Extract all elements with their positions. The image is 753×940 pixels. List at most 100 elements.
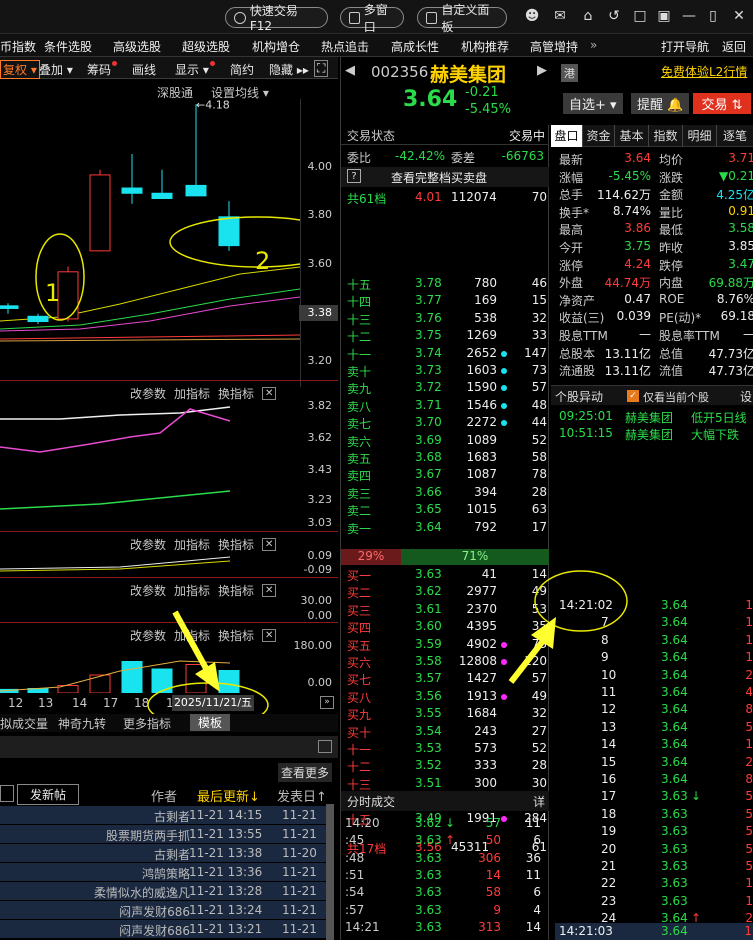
col-author[interactable]: 作者 — [151, 786, 177, 805]
alert-row[interactable]: 09:25:01 赫美集团 低开5日线 — [555, 409, 753, 426]
screen-icon[interactable]: ▣ — [656, 8, 672, 24]
tab-template[interactable]: 模板 — [190, 714, 231, 731]
rights-button[interactable]: 复权 ▾ — [0, 60, 40, 79]
tab-tick[interactable]: 逐笔 — [717, 125, 753, 147]
mail-icon[interactable]: ✉ — [552, 8, 568, 24]
open-nav-button[interactable]: 打开导航 — [661, 38, 709, 55]
menu-item[interactable]: 机构增仓 — [252, 38, 300, 55]
hide-button[interactable]: 隐藏 ▸▸ — [266, 60, 312, 79]
tick-arrow-icon: ↓ — [445, 816, 456, 830]
back-button[interactable]: 返回 — [722, 38, 746, 55]
forum-row[interactable]: 鸿鹄策略 11-21 13:36 11-21 — [0, 863, 330, 881]
forum-row[interactable]: 古剩者 11-21 13:38 11-20 — [0, 844, 330, 862]
watchlist-button[interactable]: 自选+ ▾ — [563, 93, 623, 114]
level-volume: 2272 — [466, 415, 497, 430]
forum-settings-icon[interactable] — [318, 740, 332, 753]
sell-level-row[interactable]: 卖四 3.67 1087 78 — [347, 466, 547, 483]
buy-level-row[interactable]: 十一 3.53 573 52 — [347, 740, 547, 757]
user-icon[interactable]: ☻ — [524, 8, 540, 24]
forum-scrollbar[interactable] — [326, 804, 334, 940]
sell-level-row[interactable]: 卖一 3.64 792 17 — [347, 519, 547, 536]
menu-item[interactable]: 条件选股 — [44, 38, 92, 55]
forum-more-button[interactable]: 查看更多 — [278, 763, 333, 782]
overlay-button[interactable]: 叠加 ▾ — [36, 60, 76, 79]
sell-level-row[interactable]: 十二 3.75 1269 33 — [347, 327, 547, 344]
sell-level-row[interactable]: 卖八 3.71 1546 48 — [347, 397, 547, 414]
edit-params-button[interactable]: 改参数 — [130, 582, 166, 599]
col-post-date[interactable]: 发表日↑ — [277, 786, 327, 805]
display-button[interactable]: 显示 ▾ — [172, 60, 218, 79]
tab-more-indicators[interactable]: 更多指标 — [123, 715, 171, 732]
tab-capital[interactable]: 资金 — [583, 125, 615, 147]
sell-level-row[interactable]: 十三 3.76 538 32 — [347, 310, 547, 327]
sell-level-row[interactable]: 十五 3.78 780 46 — [347, 275, 547, 292]
indicator-2-chart — [0, 556, 231, 572]
sell-level-row[interactable]: 卖二 3.65 1015 63 — [347, 501, 547, 518]
sell-level-row[interactable]: 卖三 3.66 394 28 — [347, 484, 547, 501]
custom-panel-button[interactable]: 自定义面板 — [417, 3, 507, 34]
menu-item[interactable]: 高管增持 — [530, 38, 578, 55]
forum-tab-icon[interactable] — [0, 785, 14, 802]
minimize-icon[interactable]: — — [681, 8, 697, 24]
skin-icon[interactable]: □ — [632, 8, 648, 24]
buy-level-row[interactable]: 买九 3.55 1684 32 — [347, 705, 547, 722]
forum-row[interactable]: 闷声发财686 11-21 13:24 11-21 — [0, 901, 330, 919]
quick-trade-button[interactable]: 快速交易F12 — [225, 4, 328, 33]
menu-item[interactable]: 热点追击 — [321, 38, 369, 55]
new-post-button[interactable]: 发新帖 — [17, 784, 80, 805]
chips-button[interactable]: 筹码 — [84, 60, 120, 79]
tab-volume[interactable]: 拟成交量 — [0, 715, 48, 732]
buy-level-row[interactable]: 十二 3.52 333 28 — [347, 757, 547, 774]
buy-level-row[interactable]: 十三 3.51 300 30 — [347, 775, 547, 792]
sell-level-row[interactable]: 卖九 3.72 1590 57 — [347, 379, 547, 396]
menu-more-icon[interactable]: » — [590, 38, 597, 52]
kline-chart[interactable]: ←4.18 — [0, 99, 300, 387]
forum-row[interactable]: 闷声发财686 11-21 13:21 11-21 — [0, 920, 330, 938]
full-book-button[interactable]: ? 查看完整档买卖盘 — [341, 167, 549, 187]
forum-row[interactable]: 古剩者 11-21 14:15 11-21 — [0, 806, 330, 824]
col-last-update[interactable]: 最后更新↓ — [197, 786, 260, 805]
alert-row[interactable]: 10:51:15 赫美集团 大幅下跌 — [555, 426, 753, 443]
sell-level-row[interactable]: 卖十 3.73 1603 73 — [347, 362, 547, 379]
tab-index[interactable]: 指数 — [649, 125, 683, 147]
menu-item[interactable]: 超级选股 — [182, 38, 230, 55]
sell-level-row[interactable]: 卖五 3.68 1683 58 — [347, 449, 547, 466]
tab-detail[interactable]: 明细 — [683, 125, 717, 147]
buy-level-row[interactable]: 买十 3.54 243 27 — [347, 723, 547, 740]
forum-row[interactable]: 柔情似水的威逸凡 11-21 13:28 11-21 — [0, 882, 330, 900]
multi-window-button[interactable]: 多窗口 — [340, 3, 404, 34]
only-current-checkbox[interactable]: ✓ — [627, 390, 639, 402]
l2-link[interactable]: 免费体验L2行情 — [661, 63, 747, 80]
detail-button[interactable]: 详 — [533, 793, 545, 810]
menu-item[interactable]: 高成长性 — [391, 38, 439, 55]
add-indicator-button[interactable]: 加指标 — [174, 582, 210, 599]
close-indicator-icon[interactable]: ✕ — [262, 584, 277, 597]
menu-item[interactable]: 币指数 — [0, 38, 36, 55]
fullscreen-icon[interactable]: ⛶ — [314, 60, 329, 77]
tab-magic-nine[interactable]: 神奇九转 — [58, 715, 106, 732]
scroll-right-icon[interactable]: » — [320, 696, 334, 709]
switch-indicator-button[interactable]: 换指标 — [218, 582, 254, 599]
next-stock-icon[interactable]: ▶ — [537, 63, 547, 78]
maximize-icon[interactable]: ▯ — [705, 8, 721, 24]
alerts-settings-button[interactable]: 设 — [740, 388, 752, 405]
draw-button[interactable]: 画线 — [129, 60, 159, 79]
prev-stock-icon[interactable]: ◀ — [345, 63, 355, 78]
menu-item[interactable]: 机构推荐 — [461, 38, 509, 55]
tab-basic[interactable]: 基本 — [615, 125, 649, 147]
home-icon[interactable]: ⌂ — [580, 8, 596, 24]
trade-button[interactable]: 交易 ⇅ — [693, 93, 751, 114]
sell-level-row[interactable]: 卖六 3.69 1089 52 — [347, 432, 547, 449]
alert-button[interactable]: 提醒 🔔 — [631, 93, 690, 114]
undo-icon[interactable]: ↺ — [606, 8, 622, 24]
simple-button[interactable]: 简约 — [227, 60, 257, 79]
menu-item[interactable]: 高级选股 — [113, 38, 161, 55]
sell-level-row[interactable]: 卖七 3.70 2272 44 — [347, 414, 547, 431]
sell-level-row[interactable]: 十四 3.77 169 15 — [347, 292, 547, 309]
sell-level-row[interactable]: 十一 3.74 2652 147 — [347, 345, 547, 362]
close-icon[interactable]: ✕ — [731, 8, 747, 24]
forum-row[interactable]: 股票期货两手抓 11-21 13:55 11-21 — [0, 825, 330, 843]
kline-panel[interactable]: 深股通 设置均线 ▾ 4.00 3.80 3.60 3.38 3.20 ←4.1… — [0, 79, 338, 735]
level-count: 27 — [531, 723, 547, 738]
tab-handicap[interactable]: 盘口 — [551, 125, 583, 147]
